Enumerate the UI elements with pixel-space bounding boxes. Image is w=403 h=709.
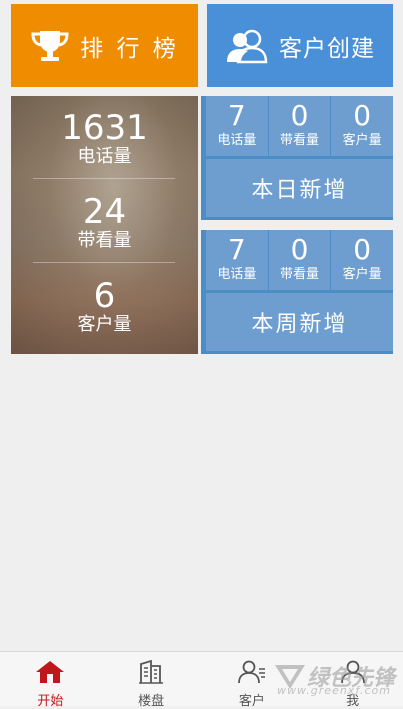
week-panel[interactable]: 7 电话量 0 带看量 0 客户量 本周新增	[201, 230, 394, 354]
trophy-icon	[30, 29, 70, 63]
home-icon	[35, 660, 65, 688]
today-calls-label: 电话量	[217, 133, 257, 148]
tab-buildings-label: 楼盘	[138, 694, 165, 709]
today-calls-value: 7	[227, 99, 246, 132]
tab-buildings[interactable]: 楼盘	[101, 652, 202, 709]
total-calls-label: 电话量	[77, 146, 132, 167]
total-visits-value: 24	[82, 192, 127, 232]
watermark-url: www.greenxf.com	[277, 684, 391, 697]
today-visits: 0 带看量	[268, 96, 332, 156]
week-clients: 0 客户量	[331, 230, 394, 290]
building-icon	[136, 659, 166, 688]
create-client-tile[interactable]: 客户创建	[207, 4, 393, 87]
total-clients-value: 6	[93, 276, 116, 316]
watermark: 绿色先锋 www.greenxf.com	[273, 660, 395, 697]
week-calls-label: 电话量	[217, 267, 257, 282]
week-clients-label: 客户量	[342, 267, 382, 282]
total-calls: 1631 电话量	[11, 110, 198, 168]
today-clients: 0 客户量	[331, 96, 394, 156]
total-calls-value: 1631	[61, 108, 148, 148]
week-visits-label: 带看量	[280, 267, 320, 282]
today-clients-label: 客户量	[342, 133, 382, 148]
today-calls: 7 电话量	[206, 96, 269, 156]
ranking-label: 排 行 榜	[80, 35, 179, 62]
ranking-tile[interactable]: 排 行 榜	[11, 4, 198, 87]
total-clients: 6 客户量	[11, 278, 198, 336]
tab-clients-label: 客户	[238, 694, 265, 709]
week-calls-value: 7	[227, 233, 246, 266]
today-title: 本日新增	[206, 159, 393, 217]
total-visits-label: 带看量	[77, 230, 132, 251]
client-icon	[237, 660, 267, 688]
week-clients-value: 0	[353, 233, 372, 266]
today-visits-value: 0	[290, 99, 309, 132]
create-client-label: 客户创建	[279, 35, 375, 62]
week-visits: 0 带看量	[268, 230, 332, 290]
divider	[33, 178, 175, 179]
totals-panel: 1631 电话量 24 带看量 6 客户量	[11, 96, 198, 354]
week-calls: 7 电话量	[206, 230, 269, 290]
total-visits: 24 带看量	[11, 194, 198, 252]
total-clients-label: 客户量	[77, 314, 132, 335]
today-panel[interactable]: 7 电话量 0 带看量 0 客户量 本日新增	[201, 96, 394, 220]
week-visits-value: 0	[290, 233, 309, 266]
users-icon	[225, 28, 269, 64]
week-title: 本周新增	[206, 293, 393, 351]
tab-start[interactable]: 开始	[0, 652, 101, 709]
divider	[33, 262, 175, 263]
tab-start-label: 开始	[37, 694, 64, 709]
today-visits-label: 带看量	[280, 133, 320, 148]
today-clients-value: 0	[353, 99, 372, 132]
